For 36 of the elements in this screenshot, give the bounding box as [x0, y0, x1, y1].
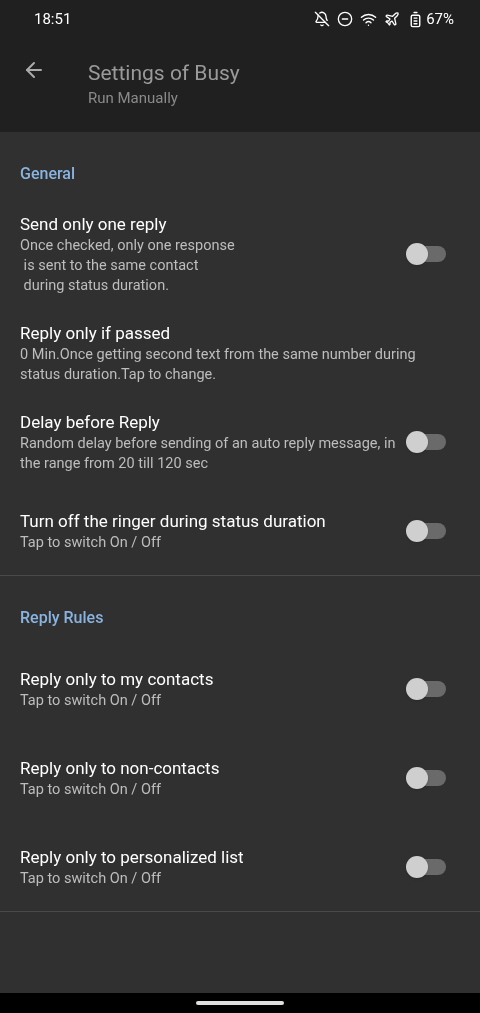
app-subtitle: Run Manually	[88, 88, 179, 108]
status-time: 18:51	[34, 8, 72, 30]
toggle-switch[interactable]	[406, 677, 446, 700]
preference-summary: Tap to switch On / Off	[20, 532, 162, 553]
preference-summary: Random delay before sending of an auto reply message, in the range from 20 till 120 sec	[20, 433, 397, 474]
toggle-switch[interactable]	[406, 430, 446, 453]
toggle-switch[interactable]	[406, 766, 446, 789]
preference-summary: Tap to switch On / Off	[20, 868, 162, 889]
preference-title: Reply only to my contacts	[20, 667, 215, 691]
preference-title: Reply only if passed	[20, 321, 172, 345]
preference-summary: Tap to switch On / Off	[20, 690, 162, 711]
preference-title: Delay before Reply	[20, 410, 161, 434]
preference-summary: 0 Min.Once getting second text from the same number during status duration.Tap to change.	[20, 344, 417, 385]
toggle-switch[interactable]	[406, 519, 446, 542]
bell-off-icon	[314, 11, 331, 27]
preference-row[interactable]: Reply only to my contacts Tap to switch On / Off	[0, 644, 480, 733]
section-header: Reply Rules	[19, 607, 105, 629]
battery-level: 67%	[426, 8, 454, 30]
preference-row[interactable]: Reply only if passed 0 Min.Once getting second text from the same number during status duration.Tap to change.	[0, 308, 480, 397]
preference-row[interactable]: Reply only to personalized list Tap to switch On / Off	[0, 822, 480, 911]
app-title: Settings of Busy	[88, 60, 240, 87]
airplane-icon	[384, 11, 401, 27]
toggle-switch[interactable]	[406, 243, 446, 265]
preference-summary: Once checked, only one response is sent to the same contact during status duration.	[20, 236, 236, 296]
do-not-disturb-icon	[337, 11, 354, 27]
preference-title: Turn off the ringer during status duration	[20, 509, 327, 533]
preference-title: Reply only to personalized list	[20, 845, 245, 869]
preference-summary: Tap to switch On / Off	[20, 779, 162, 800]
preference-row[interactable]: Reply only to non-contacts Tap to switch On / Off	[0, 733, 480, 822]
preference-title: Reply only to non-contacts	[20, 756, 221, 780]
preference-row[interactable]: Send only one reply Once checked, only one response is sent to the same contact during status duration.	[0, 200, 480, 308]
preference-row[interactable]: Delay before Reply Random delay before sending of an auto reply message, in the range from 20 till 120 sec	[0, 397, 480, 486]
preference-title: Send only one reply	[20, 213, 168, 236]
section-header: General	[19, 163, 77, 185]
preference-row[interactable]: Turn off the ringer during status duration Tap to switch On / Off	[0, 486, 480, 575]
toggle-switch[interactable]	[406, 855, 446, 878]
